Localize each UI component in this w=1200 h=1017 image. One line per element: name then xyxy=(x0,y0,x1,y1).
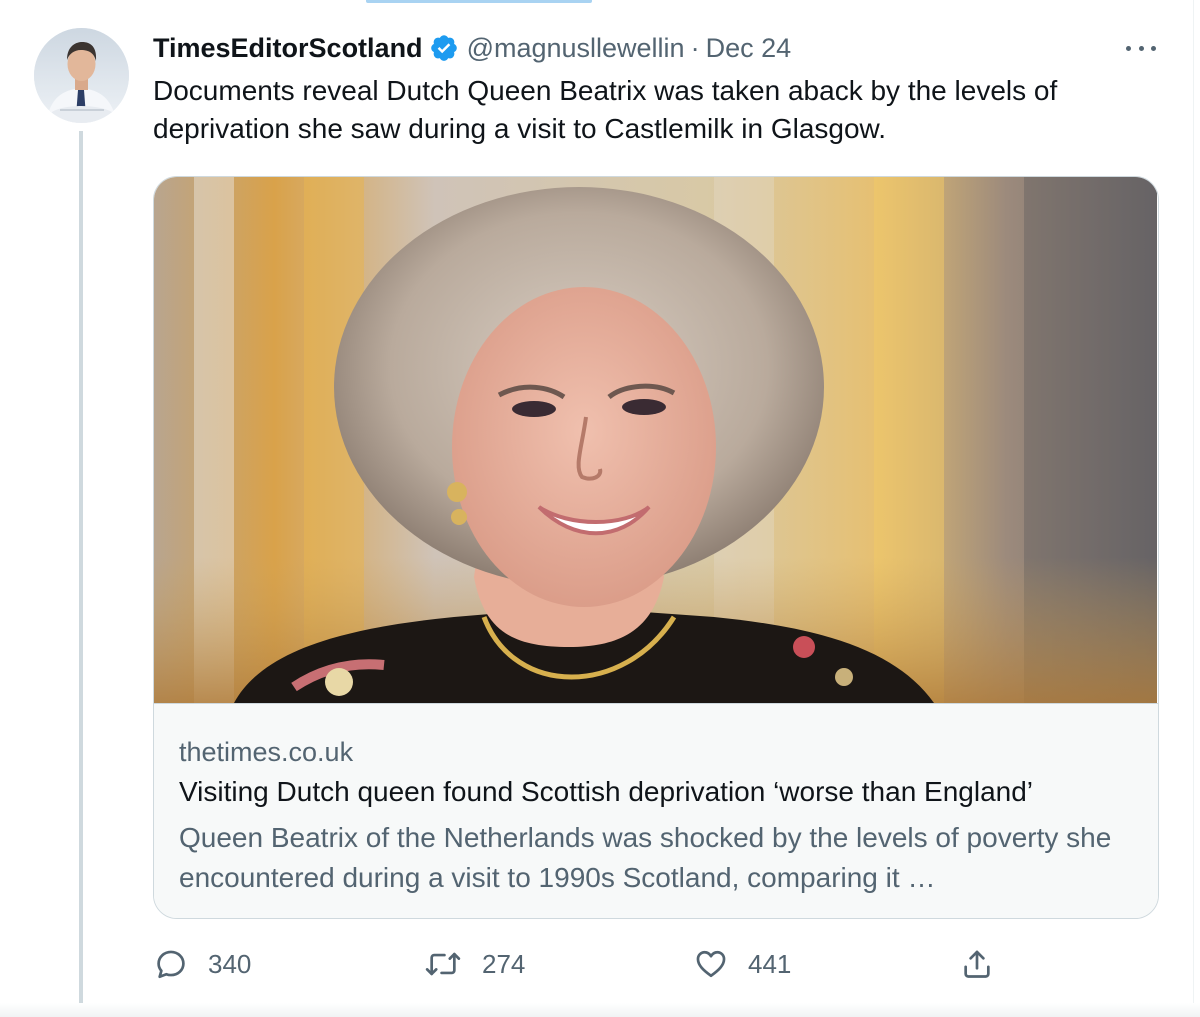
reply-count: 340 xyxy=(208,948,252,979)
like-button[interactable]: 441 xyxy=(694,944,791,984)
header-separator: · xyxy=(690,32,700,63)
tweet-header: TimesEditorScotland @magnusllewellin · D… xyxy=(153,30,791,66)
card-meta: thetimes.co.uk Visiting Dutch queen foun… xyxy=(154,703,1158,918)
user-handle[interactable]: @magnusllewellin xyxy=(467,33,685,64)
card-image xyxy=(154,177,1157,703)
share-button[interactable] xyxy=(960,944,1014,984)
more-dot xyxy=(1138,45,1144,51)
card-description: Queen Beatrix of the Netherlands was sho… xyxy=(179,822,1112,893)
tweet-date[interactable]: Dec 24 xyxy=(706,33,792,64)
tweet-page: TimesEditorScotland @magnusllewellin · D… xyxy=(0,0,1200,1017)
card-domain: thetimes.co.uk xyxy=(179,737,354,767)
more-dot xyxy=(1151,45,1156,51)
retweet-button[interactable]: 274 xyxy=(424,944,525,984)
like-icon xyxy=(694,947,728,981)
bottom-fade xyxy=(0,1003,1200,1017)
more-icon[interactable] xyxy=(1124,36,1158,60)
retweet-count: 274 xyxy=(482,948,526,979)
link-card[interactable]: thetimes.co.uk Visiting Dutch queen foun… xyxy=(153,176,1159,919)
thread-line xyxy=(79,131,83,1017)
avatar[interactable] xyxy=(34,28,129,123)
column-border xyxy=(1193,0,1194,1017)
top-accent-bar xyxy=(366,0,592,3)
display-name[interactable]: TimesEditorScotland xyxy=(153,33,423,64)
share-icon xyxy=(960,947,994,981)
card-title: Visiting Dutch queen found Scottish depr… xyxy=(179,776,1034,807)
reply-button[interactable]: 340 xyxy=(154,944,251,984)
reply-icon xyxy=(154,947,188,981)
like-count: 441 xyxy=(748,948,792,979)
more-dot xyxy=(1126,45,1131,51)
tweet-text: Documents reveal Dutch Queen Beatrix was… xyxy=(153,75,1058,144)
verified-badge-icon xyxy=(429,33,459,63)
retweet-icon xyxy=(424,947,462,981)
